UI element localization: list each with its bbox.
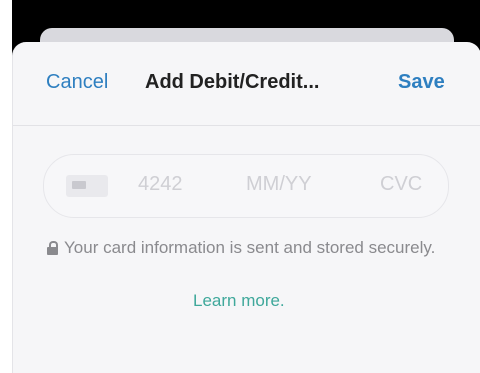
security-message: Your card information is sent and stored… (64, 238, 436, 257)
navigation-bar: Cancel Add Debit/Credit... Save (13, 42, 480, 126)
card-chip (72, 181, 86, 189)
security-notice: Your card information is sent and stored… (47, 235, 457, 261)
learn-more-link[interactable]: Learn more. (193, 291, 285, 311)
page-title: Add Debit/Credit... (145, 71, 320, 93)
cancel-button[interactable]: Cancel (46, 71, 108, 94)
card-input-field[interactable]: 4242 MM/YY CVC (43, 154, 449, 218)
add-card-sheet: Cancel Add Debit/Credit... Save 4242 MM/… (12, 42, 480, 373)
screen: Cancel Add Debit/Credit... Save 4242 MM/… (0, 0, 480, 373)
card-number-input[interactable]: 4242 (138, 173, 183, 196)
save-button[interactable]: Save (398, 71, 445, 94)
lock-icon (47, 241, 58, 255)
left-edge (0, 0, 12, 373)
cvc-input[interactable]: CVC (380, 173, 422, 196)
expiry-input[interactable]: MM/YY (246, 173, 312, 196)
credit-card-icon (66, 175, 108, 197)
